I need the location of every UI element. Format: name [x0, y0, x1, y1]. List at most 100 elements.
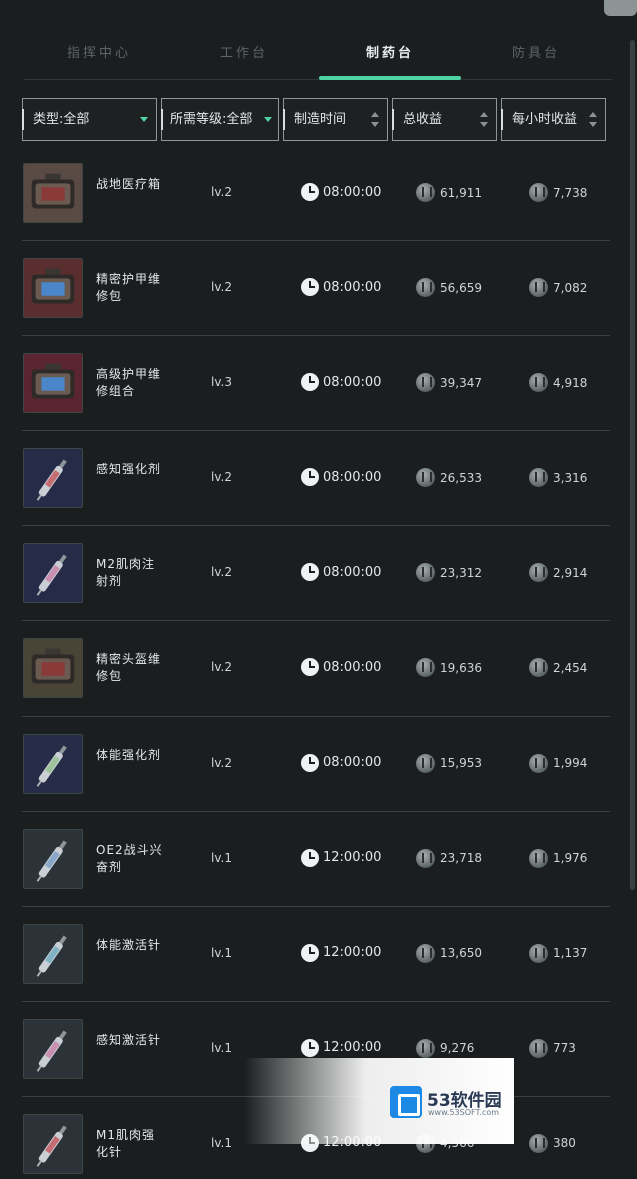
recipe-row[interactable]: 精密头盔维修包 lv.2 08:00:00 19,636 2,454 — [22, 621, 610, 717]
type-filter-dropdown[interactable]: 类型:全部 — [22, 98, 157, 141]
total-profit: 19,636 — [416, 658, 482, 678]
sort-icon — [371, 112, 379, 128]
coin-icon — [529, 943, 548, 963]
syringe-icon — [23, 828, 83, 889]
total-profit-value: 15,953 — [440, 756, 482, 771]
filter-bar: 类型:全部 所需等级:全部 制造时间 总收益 每小时收益 — [22, 98, 608, 142]
hourly-profit: 7,082 — [529, 278, 587, 298]
craft-time-value: 08:00:00 — [323, 184, 382, 200]
hourly-profit-value: 4,918 — [553, 375, 588, 390]
craft-time-value: 08:00:00 — [323, 755, 382, 771]
craft-time: 08:00:00 — [301, 753, 382, 772]
item-level: lv.2 — [211, 470, 232, 485]
syringe-icon — [23, 923, 83, 984]
item-name: M2肌肉注射剂 — [96, 557, 155, 589]
filter-accent — [501, 109, 503, 130]
clock-icon — [301, 658, 319, 677]
hourly-profit: 1,976 — [529, 848, 588, 868]
item-level: lv.1 — [211, 850, 232, 865]
total-profit: 23,312 — [416, 563, 482, 583]
recipe-row[interactable]: OE2战斗兴奋剂 lv.1 12:00:00 23,718 1,976 — [22, 812, 610, 907]
recipe-row[interactable]: 感知强化剂 lv.2 08:00:00 26,533 3,316 — [22, 431, 610, 527]
item-level: lv.2 — [211, 280, 232, 295]
craft-time-value: 08:00:00 — [323, 279, 382, 295]
craft-time: 12:00:00 — [301, 943, 381, 962]
filter-accent — [392, 109, 394, 130]
recipe-row[interactable]: 体能强化剂 lv.2 08:00:00 15,953 1,994 — [22, 717, 610, 812]
syringe-icon — [23, 733, 83, 794]
total-profit: 13,650 — [416, 943, 482, 963]
total-sort-button[interactable]: 总收益 — [392, 98, 497, 141]
tab-command-center[interactable]: 指挥中心 — [24, 38, 174, 74]
recipe-row[interactable]: 体能激活针 lv.1 12:00:00 13,650 1,137 — [22, 907, 610, 1002]
hourly-profit: 1,137 — [529, 943, 587, 963]
coin-icon — [529, 848, 548, 868]
total-profit-value: 39,347 — [440, 375, 482, 390]
syringe-icon — [23, 1018, 83, 1079]
craft-time-value: 08:00:00 — [323, 564, 382, 580]
top-handle — [604, 0, 637, 16]
coin-icon — [416, 278, 435, 298]
total-profit-value: 56,659 — [440, 280, 482, 295]
level-filter-label: 所需等级:全部 — [170, 112, 253, 127]
item-name: 高级护甲维修组合 — [96, 367, 162, 399]
tab-workbench[interactable]: 工作台 — [169, 38, 319, 74]
coin-icon — [529, 658, 548, 678]
hourly-profit-value: 1,976 — [553, 851, 588, 866]
armor-repair-combo-icon — [23, 353, 83, 414]
hourly-profit-value: 2,914 — [553, 565, 588, 580]
item-name: 感知激活针 — [96, 1032, 162, 1047]
recipe-row[interactable]: 战地医疗箱 lv.2 08:00:00 61,911 7,738 — [22, 146, 610, 242]
coin-icon — [529, 1133, 548, 1153]
coin-icon — [416, 373, 435, 393]
clock-icon — [301, 183, 319, 201]
craft-time: 12:00:00 — [301, 848, 381, 867]
item-name: OE2战斗兴奋剂 — [96, 842, 163, 874]
hourly-profit: 2,454 — [529, 658, 587, 678]
total-profit-value: 13,650 — [440, 946, 482, 961]
clock-icon — [301, 468, 319, 487]
hourly-sort-button[interactable]: 每小时收益 — [501, 98, 606, 141]
item-level: lv.2 — [211, 660, 232, 675]
clock-icon — [301, 848, 319, 867]
tab-pharmacy[interactable]: 制药台 — [319, 38, 461, 80]
scrollbar[interactable] — [630, 40, 635, 890]
item-name: M1肌肉强化针 — [96, 1127, 155, 1159]
coin-icon — [529, 1038, 548, 1058]
coin-icon — [416, 183, 435, 202]
craft-time: 08:00:00 — [301, 278, 382, 297]
item-name: 战地医疗箱 — [96, 177, 162, 191]
coin-icon — [416, 1038, 435, 1058]
item-name: 体能激活针 — [96, 937, 162, 952]
coin-icon — [529, 373, 548, 393]
watermark-url: www.53SOFT.com — [428, 1108, 500, 1117]
item-level: lv.3 — [211, 375, 232, 390]
hourly-profit-value: 1,994 — [553, 756, 588, 771]
tab-armor-bench[interactable]: 防具台 — [461, 38, 611, 74]
craft-time-value: 08:00:00 — [323, 659, 382, 675]
clock-icon — [301, 753, 319, 772]
recipe-row[interactable]: M2肌肉注射剂 lv.2 08:00:00 23,312 2,914 — [22, 526, 610, 622]
filter-accent — [22, 109, 24, 130]
item-name: 感知强化剂 — [96, 462, 162, 477]
recipe-row[interactable]: 精密护甲维修包 lv.2 08:00:00 56,659 7,082 — [22, 241, 610, 337]
item-name: 精密护甲维修包 — [96, 272, 162, 304]
watermark-logo-icon — [390, 1086, 422, 1118]
hourly-profit-value: 7,738 — [553, 185, 588, 200]
total-profit-value: 9,276 — [440, 1041, 475, 1056]
item-level: lv.2 — [211, 755, 232, 770]
recipe-row[interactable]: 高级护甲维修组合 lv.3 08:00:00 39,347 4,918 — [22, 336, 610, 432]
total-profit: 61,911 — [416, 183, 482, 202]
craft-time: 08:00:00 — [301, 468, 381, 487]
item-name: 精密头盔维修包 — [96, 652, 162, 684]
clock-icon — [301, 278, 319, 297]
filter-accent — [161, 109, 163, 130]
medical-kit-icon — [23, 163, 83, 223]
clock-icon — [301, 373, 319, 392]
craft-time: 08:00:00 — [301, 373, 381, 392]
time-sort-button[interactable]: 制造时间 — [283, 98, 388, 141]
level-filter-dropdown[interactable]: 所需等级:全部 — [161, 98, 279, 141]
clock-icon — [301, 1038, 319, 1057]
armor-repair-kit-icon — [23, 258, 83, 319]
total-profit: 23,718 — [416, 848, 482, 868]
